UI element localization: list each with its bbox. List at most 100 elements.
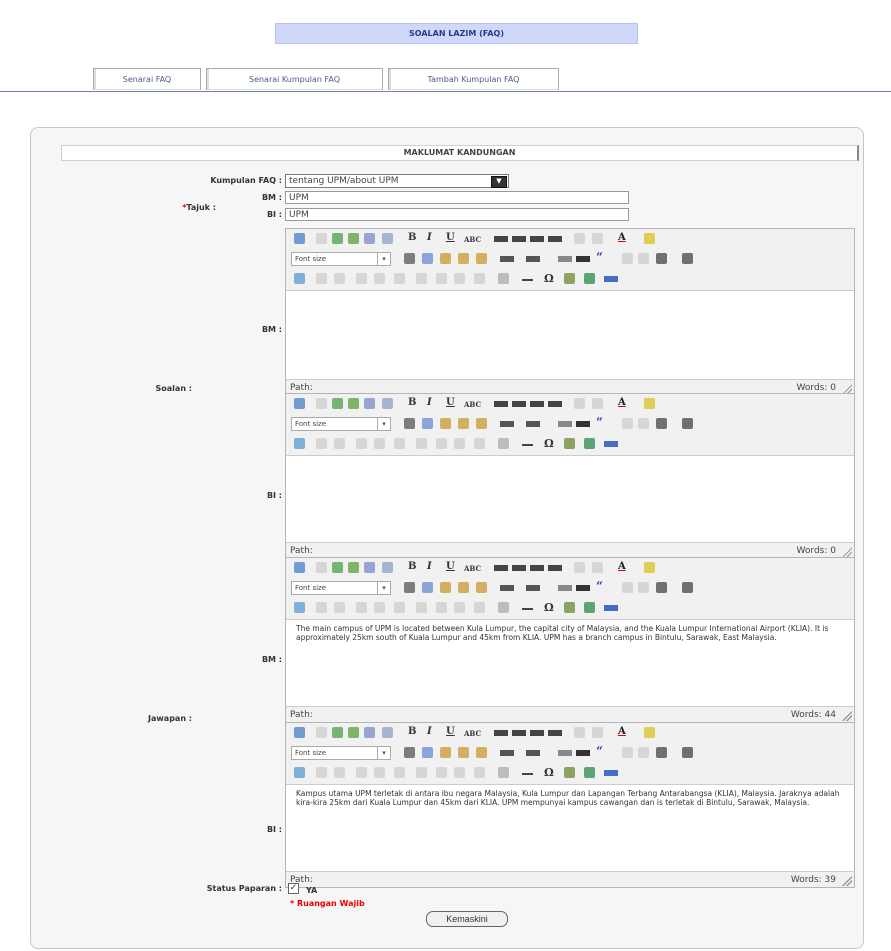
insert-col-icon[interactable] [394,273,405,284]
numbered-list-icon[interactable] [526,750,540,756]
html-icon[interactable] [364,233,375,244]
bullet-list-icon[interactable] [500,421,514,427]
spellcheck-icon[interactable] [564,767,575,778]
split-cells-icon[interactable] [474,273,485,284]
underline-icon[interactable]: U [446,561,455,572]
insert-row-icon[interactable] [356,767,367,778]
unlink-icon[interactable] [638,253,649,264]
delete-row-icon[interactable] [374,767,385,778]
insert-row-icon[interactable] [356,438,367,449]
indent-icon[interactable] [576,256,590,262]
update-button[interactable]: Kemaskini [426,911,508,927]
horizontal-rule-icon[interactable] [522,279,533,281]
horizontal-rule-icon[interactable] [522,444,533,446]
redo-icon[interactable] [592,398,603,409]
html-icon[interactable] [364,562,375,573]
superscript-icon[interactable] [436,767,447,778]
cell-props-icon[interactable] [334,273,345,284]
cell-props-icon[interactable] [334,767,345,778]
horizontal-rule-icon[interactable] [522,608,533,610]
find-icon[interactable] [382,398,393,409]
html-icon[interactable] [364,398,375,409]
underline-icon[interactable]: U [446,397,455,408]
paste-icon[interactable] [440,253,451,264]
merge-cells-icon[interactable] [454,767,465,778]
align-center-icon[interactable] [512,730,526,736]
source-icon[interactable] [294,233,305,244]
copy-icon[interactable] [422,418,433,429]
font-size-select[interactable]: Font size ▾ [291,252,391,266]
split-cells-icon[interactable] [474,602,485,613]
italic-icon[interactable]: I [427,561,432,572]
spellcheck-icon[interactable] [564,273,575,284]
paste-icon[interactable] [440,747,451,758]
copy-icon[interactable] [422,747,433,758]
insert-row-icon[interactable] [356,273,367,284]
indent-icon[interactable] [576,585,590,591]
subscript-icon[interactable] [416,602,427,613]
insert-col-icon[interactable] [394,767,405,778]
source-icon[interactable] [294,398,305,409]
italic-icon[interactable]: I [427,726,432,737]
image-icon[interactable] [348,727,359,738]
align-left-icon[interactable] [494,401,508,407]
align-right-icon[interactable] [530,401,544,407]
unlink-icon[interactable] [638,582,649,593]
highlight-icon[interactable] [644,233,655,244]
indent-icon[interactable] [576,750,590,756]
numbered-list-icon[interactable] [526,585,540,591]
spellcheck-icon[interactable] [564,438,575,449]
editor-content[interactable]: The main campus of UPM is located betwee… [286,619,854,707]
special-char-icon[interactable]: Ω [544,601,554,614]
table-props-icon[interactable] [316,273,327,284]
font-size-select[interactable]: Font size ▾ [291,581,391,595]
find-icon[interactable] [382,727,393,738]
merge-cells-icon[interactable] [454,273,465,284]
font-color-icon[interactable]: A [618,726,626,737]
new-page-icon[interactable] [316,562,327,573]
align-center-icon[interactable] [512,401,526,407]
paste-word-icon[interactable] [476,253,487,264]
align-left-icon[interactable] [494,236,508,242]
subscript-icon[interactable] [416,767,427,778]
fullscreen-icon[interactable] [604,441,618,447]
table-icon[interactable] [332,398,343,409]
split-icon[interactable] [498,602,509,613]
fullscreen-icon[interactable] [604,276,618,282]
title-bi-input[interactable]: UPM [285,208,629,221]
outdent-icon[interactable] [558,421,572,427]
bullet-list-icon[interactable] [500,256,514,262]
outdent-icon[interactable] [558,585,572,591]
group-select[interactable]: tentang UPM/about UPM ▼ [285,174,509,188]
page-break-icon[interactable] [682,582,693,593]
page-break-icon[interactable] [682,253,693,264]
special-char-icon[interactable]: Ω [544,766,554,779]
link-icon[interactable] [622,253,633,264]
numbered-list-icon[interactable] [526,421,540,427]
chevron-down-icon[interactable]: ▾ [377,747,390,759]
cut-icon[interactable] [404,418,415,429]
subscript-icon[interactable] [416,438,427,449]
highlight-icon[interactable] [644,562,655,573]
blockquote-icon[interactable]: “ [596,579,603,593]
delete-row-icon[interactable] [374,438,385,449]
link-icon[interactable] [622,582,633,593]
font-color-icon[interactable]: A [618,397,626,408]
anchor-icon[interactable] [656,418,667,429]
outdent-icon[interactable] [558,750,572,756]
image-icon[interactable] [348,233,359,244]
bold-icon[interactable]: B [408,726,416,737]
table-icon[interactable] [332,727,343,738]
align-center-icon[interactable] [512,236,526,242]
table-props-icon[interactable] [316,438,327,449]
copy-icon[interactable] [422,253,433,264]
special-char-icon[interactable]: Ω [544,437,554,450]
subscript-icon[interactable] [416,273,427,284]
chevron-down-icon[interactable]: ▾ [377,253,390,265]
align-left-icon[interactable] [494,730,508,736]
source-icon[interactable] [294,562,305,573]
paste-text-icon[interactable] [458,418,469,429]
template-icon[interactable] [584,273,595,284]
font-color-icon[interactable]: A [618,561,626,572]
paste-icon[interactable] [440,582,451,593]
